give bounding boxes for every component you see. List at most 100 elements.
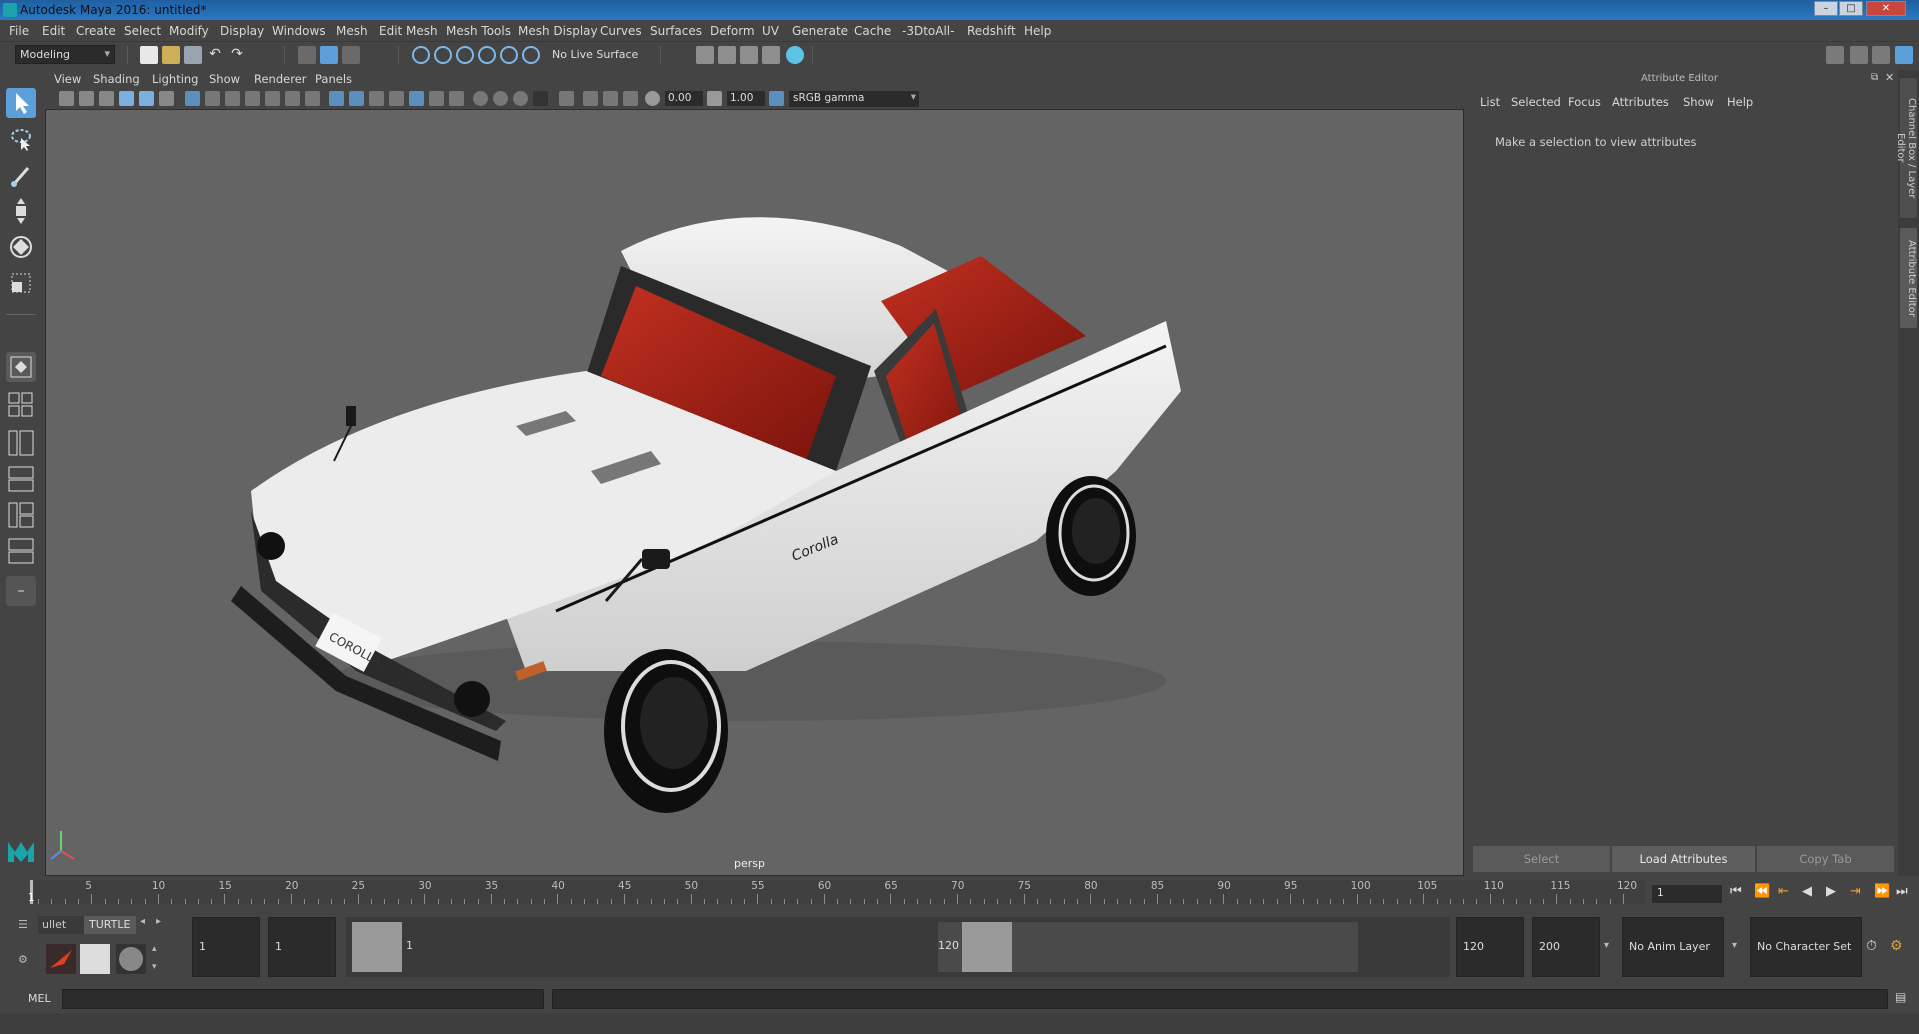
snap-to-view-plane-icon[interactable] [478,46,496,64]
viewport-menu-panels[interactable]: Panels [315,72,352,86]
gate-mask-icon[interactable] [245,91,260,106]
menu-3dtoall[interactable]: -3DtoAll- [902,24,954,38]
turtle-bake-icon[interactable] [80,944,110,974]
auto-key-icon[interactable]: ⏱ [1866,938,1877,954]
step-back-frame-icon[interactable]: ⏪ [1754,884,1770,899]
select-by-component-icon[interactable] [342,46,360,64]
go-to-end-icon[interactable]: ⏭ [1896,884,1908,899]
menu-uv[interactable]: UV [762,24,779,38]
persp-outliner-graph-layout-icon[interactable] [6,500,36,530]
wireframe-icon[interactable] [329,91,344,106]
turtle-render-icon[interactable] [46,944,76,974]
playback-start-field[interactable]: 1 [268,917,336,977]
x-ray-active-icon[interactable] [603,91,618,106]
render-frame-icon[interactable] [696,46,714,64]
step-forward-frame-icon[interactable]: ⏩ [1874,884,1890,899]
attr-menu-selected[interactable]: Selected [1511,95,1561,109]
snap-together-icon[interactable] [522,46,540,64]
go-to-start-icon[interactable]: ⏮ [1730,884,1742,899]
menu-generate[interactable]: Generate [792,24,848,38]
menu-mesh[interactable]: Mesh [336,24,368,38]
select-by-hierarchy-icon[interactable] [298,46,316,64]
menu-help[interactable]: Help [1024,24,1051,38]
layout-options-icon[interactable] [6,576,36,606]
attr-menu-focus[interactable]: Focus [1568,95,1601,109]
shelf-scroll-up-icon[interactable]: ▴ [152,944,157,954]
snap-to-curve-icon[interactable] [434,46,452,64]
viewport-menu-view[interactable]: View [54,72,81,86]
hypershade-icon[interactable] [762,46,780,64]
range-slider[interactable]: 1 120 [346,917,1450,977]
animation-end-field[interactable]: 200 [1532,917,1600,977]
live-surface-field[interactable]: No Live Surface [552,47,652,63]
playback-end-field[interactable]: 120 [1456,917,1524,977]
single-perspective-layout-icon[interactable] [6,352,36,382]
use-all-lights-icon[interactable] [429,91,444,106]
camera-attributes-icon[interactable] [79,91,94,106]
wireframe-on-shaded-icon[interactable] [389,91,404,106]
character-set-dropdown[interactable]: No Character Set [1750,917,1862,977]
menu-curves[interactable]: Curves [600,24,642,38]
play-forwards-icon[interactable]: ▶ [1826,884,1836,899]
persp-outliner-layout-icon[interactable] [6,428,36,458]
select-button[interactable]: Select [1473,846,1610,872]
color-space-dropdown[interactable]: sRGB gamma ▾ [789,91,919,107]
view-transform-icon[interactable] [769,91,784,106]
undo-icon[interactable]: ↶ [206,46,224,64]
snap-to-surface-icon[interactable] [500,46,518,64]
range-start-handle[interactable] [352,922,402,972]
four-view-layout-icon[interactable] [6,390,36,420]
mode-dropdown[interactable]: Modeling ▾ [15,45,115,64]
play-backwards-icon[interactable]: ◀ [1802,884,1812,899]
screen-space-ao-icon[interactable] [473,91,488,106]
smooth-shade-icon[interactable] [349,91,364,106]
viewport-menu-lighting[interactable]: Lighting [152,72,198,86]
render-view-icon[interactable] [786,46,804,64]
bookmark-icon[interactable] [99,91,114,106]
shelf-tab-turtle[interactable]: TURTLE [84,916,136,934]
current-frame-field[interactable]: 1 [1652,885,1722,903]
channel-box-tab[interactable]: Channel Box / Layer Editor [1895,78,1917,218]
close-button[interactable]: ✕ [1866,1,1906,16]
attr-menu-help[interactable]: Help [1727,95,1753,109]
gamma-field[interactable]: 1.00 [727,91,765,106]
menu-mesh-display[interactable]: Mesh Display [518,24,598,38]
textured-icon[interactable] [409,91,424,106]
shelf-settings-icon[interactable]: ⚙ [18,953,34,966]
menu-display[interactable]: Display [220,24,264,38]
field-chart-icon[interactable] [265,91,280,106]
menu-windows[interactable]: Windows [272,24,326,38]
menu-redshift[interactable]: Redshift [967,24,1016,38]
select-tool-icon[interactable] [6,88,36,118]
snap-to-point-icon[interactable] [456,46,474,64]
viewport-menu-renderer[interactable]: Renderer [254,72,307,86]
grid-icon[interactable] [185,91,200,106]
animation-preferences-icon[interactable]: ⚙ [1890,938,1903,954]
render-settings-icon[interactable] [740,46,758,64]
command-language-label[interactable]: MEL [28,992,51,1005]
safe-title-icon[interactable] [305,91,320,106]
attr-menu-show[interactable]: Show [1683,95,1714,109]
anim-layer-dropdown[interactable]: No Anim Layer [1622,917,1724,977]
menu-surfaces[interactable]: Surfaces [650,24,702,38]
new-scene-icon[interactable] [140,46,158,64]
shelf-tab-bullet[interactable]: ullet [38,916,84,934]
ipr-render-icon[interactable] [718,46,736,64]
workspace-icon[interactable] [1826,46,1844,64]
shadows-icon[interactable] [449,91,464,106]
close-panel-icon[interactable]: ✕ [1885,71,1894,84]
snap-to-grid-icon[interactable] [412,46,430,64]
rotate-tool-icon[interactable] [6,232,36,262]
camera-select-icon[interactable] [59,91,74,106]
two-d-pan-zoom-icon[interactable] [139,91,154,106]
step-forward-key-icon[interactable]: ⇥ [1850,884,1861,899]
viewport-panel[interactable]: COROLLA Corolla persp [45,70,1464,876]
grease-pencil-icon[interactable] [159,91,174,106]
attr-menu-list[interactable]: List [1480,95,1500,109]
default-material-icon[interactable] [369,91,384,106]
time-slider-track[interactable]: 1 5 10 15 20 25 30 35 40 45 50 55 60 65 70 75 80 85 90 95 1… [28,880,1645,904]
animation-start-field[interactable]: 1 [192,917,260,977]
gamma-icon[interactable] [707,91,722,106]
step-back-key-icon[interactable]: ⇤ [1778,884,1789,899]
attribute-editor-tab[interactable]: Attribute Editor [1900,228,1917,328]
